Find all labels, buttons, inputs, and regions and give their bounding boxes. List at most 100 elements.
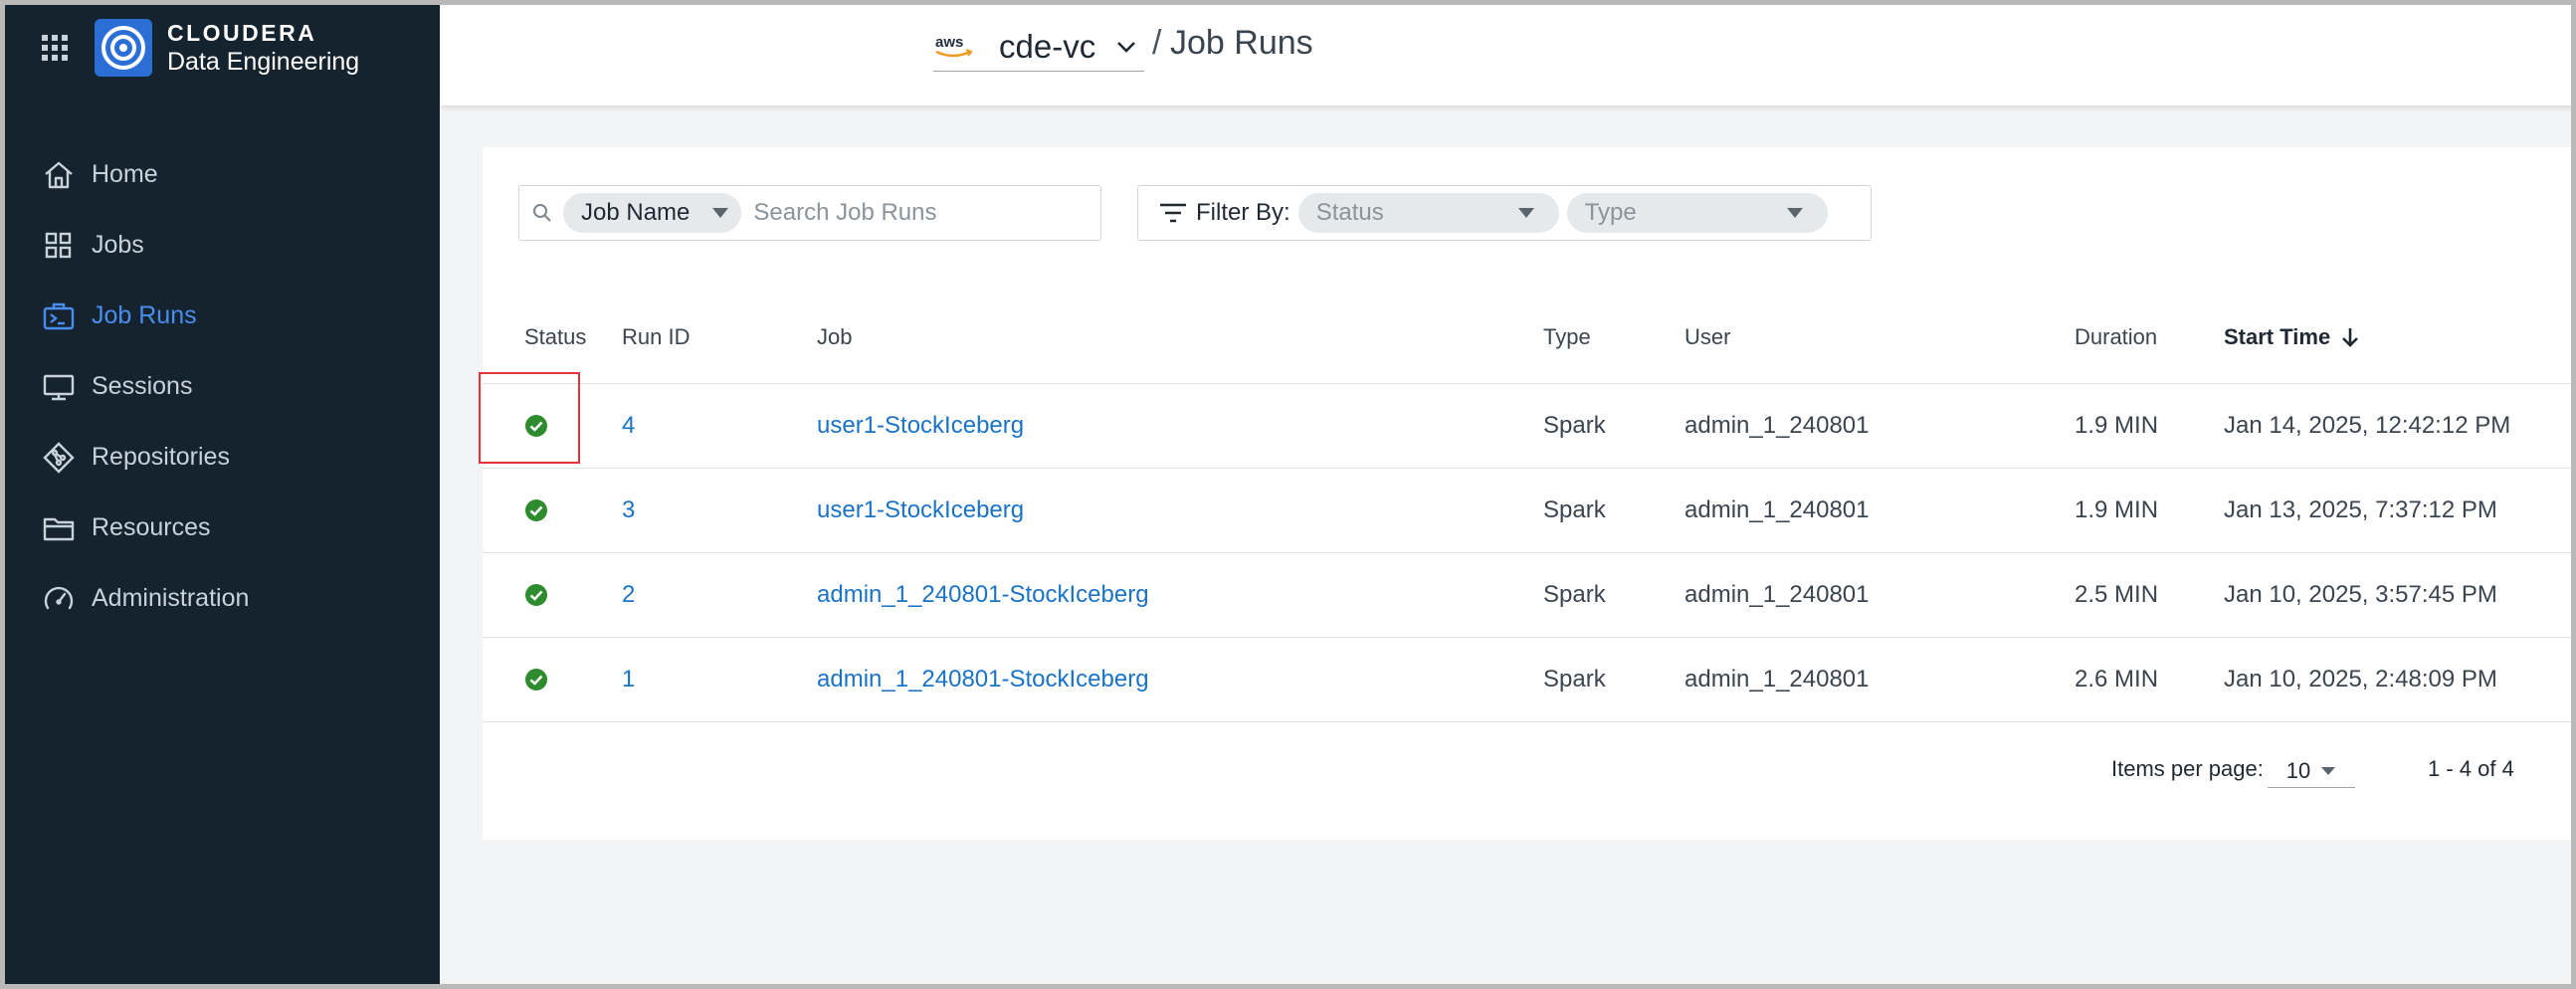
job-type: Spark [1543,581,1606,608]
status-filter-placeholder: Status [1315,199,1384,226]
pagination: Items per page: 10 1 - 4 of 4 [483,756,2576,796]
status-filter-dropdown[interactable]: Status [1297,193,1559,233]
job-start-time: Jan 10, 2025, 2:48:09 PM [2224,666,2497,692]
folder-icon [43,517,75,540]
items-per-page-label: Items per page: [2111,756,2264,781]
column-header-type[interactable]: Type [1543,324,1591,350]
search-field-label: Job Name [581,199,691,226]
job-link[interactable]: user1-StockIceberg [817,496,1024,524]
run-id-link[interactable]: 4 [622,412,635,440]
job-link[interactable]: admin_1_240801-StockIceberg [817,666,1149,693]
sidebar-item-label: Job Runs [92,301,197,329]
filter-bar: Filter By: Status Type [1137,185,1872,241]
job-start-time: Jan 14, 2025, 12:42:12 PM [2224,412,2511,439]
job-user: admin_1_240801 [1684,581,1870,608]
pagination-range: 1 - 4 of 4 [2428,756,2514,781]
git-icon [43,441,75,474]
column-header-job[interactable]: Job [817,324,852,350]
table-row: 2 admin_1_240801-StockIceberg Spark admi… [483,553,2576,638]
grid-icon [45,232,72,258]
top-header: aws cde-vc / Job Runs [440,0,2576,105]
sidebar: CLOUDERA Data Engineering Home Jobs Job … [0,0,440,989]
breadcrumb-separator: / [1152,24,1162,62]
column-header-user[interactable]: User [1684,324,1730,350]
sidebar-nav: Home Jobs Job Runs Sessions Repositories… [0,139,440,634]
gauge-icon [44,586,74,609]
sidebar-item-resources[interactable]: Resources [0,493,440,563]
filter-icon [1160,203,1186,223]
table-header: Status Run ID Job Type User Duration Sta… [483,285,2576,384]
search-input[interactable] [753,199,1053,227]
aws-logo-icon: aws [935,34,973,57]
brand: CLOUDERA Data Engineering [40,18,359,78]
items-per-page-select[interactable]: 10 [2268,754,2355,788]
search-icon [533,204,551,222]
success-check-icon [525,415,547,437]
app-launcher-icon[interactable] [40,33,70,63]
job-type: Spark [1543,496,1606,523]
run-id-link[interactable]: 3 [622,496,635,524]
table-row: 4 user1-StockIceberg Spark admin_1_24080… [479,372,2576,469]
monitor-icon [43,374,75,400]
success-check-icon [525,669,547,691]
type-filter-placeholder: Type [1584,199,1637,226]
environment-name: cde-vc [999,27,1096,65]
column-header-status[interactable]: Status [524,324,586,350]
page-title: Job Runs [1170,24,1313,62]
search-box: Job Name [518,185,1101,241]
type-filter-dropdown[interactable]: Type [1566,193,1828,233]
job-start-time: Jan 13, 2025, 7:37:12 PM [2224,496,2497,523]
job-runs-icon [43,302,75,329]
job-duration: 1.9 MIN [2075,496,2159,523]
success-check-icon [525,499,547,521]
svg-text:aws: aws [935,34,963,51]
sidebar-item-sessions[interactable]: Sessions [0,351,440,422]
home-icon [45,161,73,188]
job-duration: 2.6 MIN [2075,666,2159,692]
sidebar-item-repositories[interactable]: Repositories [0,422,440,493]
sidebar-item-home[interactable]: Home [0,139,440,210]
job-link[interactable]: user1-StockIceberg [817,412,1024,440]
sidebar-item-label: Repositories [92,443,230,471]
job-type: Spark [1543,412,1606,439]
caret-down-icon [712,208,729,218]
column-header-run-id[interactable]: Run ID [622,324,690,350]
cloudera-logo-icon [95,19,152,77]
column-header-duration[interactable]: Duration [2075,324,2157,350]
job-link[interactable]: admin_1_240801-StockIceberg [817,581,1149,609]
run-id-link[interactable]: 2 [622,581,635,609]
job-runs-card: Job Name Filter By: Status Type Status R… [479,147,2576,840]
caret-down-icon [1517,208,1534,218]
sidebar-item-administration[interactable]: Administration [0,563,440,634]
success-check-icon [525,584,547,606]
column-header-start-time-label: Start Time [2224,324,2331,349]
table-row: 1 admin_1_240801-StockIceberg Spark admi… [483,638,2576,722]
job-start-time: Jan 10, 2025, 3:57:45 PM [2224,581,2497,608]
job-type: Spark [1543,666,1606,692]
sidebar-item-label: Sessions [92,372,193,400]
caret-down-icon [1786,208,1803,218]
chevron-down-icon [1117,41,1136,53]
environment-selector[interactable]: aws cde-vc [933,22,1144,72]
job-duration: 1.9 MIN [2075,412,2159,439]
sidebar-item-label: Administration [92,584,250,612]
sidebar-item-job-runs[interactable]: Job Runs [0,281,440,351]
column-header-start-time[interactable]: Start Time [2224,324,2360,350]
sidebar-item-label: Home [92,160,158,188]
brand-subtitle: Data Engineering [167,47,360,76]
sidebar-item-label: Resources [92,513,211,541]
job-duration: 2.5 MIN [2075,581,2159,608]
filter-label: Filter By: [1196,199,1290,226]
items-per-page-value: 10 [2285,757,2311,783]
caret-down-icon [2321,766,2336,775]
search-field-selector[interactable]: Job Name [563,193,742,233]
job-runs-table: Status Run ID Job Type User Duration Sta… [479,285,2576,722]
run-id-link[interactable]: 1 [622,666,635,693]
job-user: admin_1_240801 [1684,496,1870,523]
sort-descending-icon [2342,328,2359,347]
sidebar-item-jobs[interactable]: Jobs [0,210,440,281]
table-row: 3 user1-StockIceberg Spark admin_1_24080… [483,469,2576,553]
job-user: admin_1_240801 [1684,666,1870,692]
job-user: admin_1_240801 [1684,412,1870,439]
sidebar-item-label: Jobs [92,231,144,259]
